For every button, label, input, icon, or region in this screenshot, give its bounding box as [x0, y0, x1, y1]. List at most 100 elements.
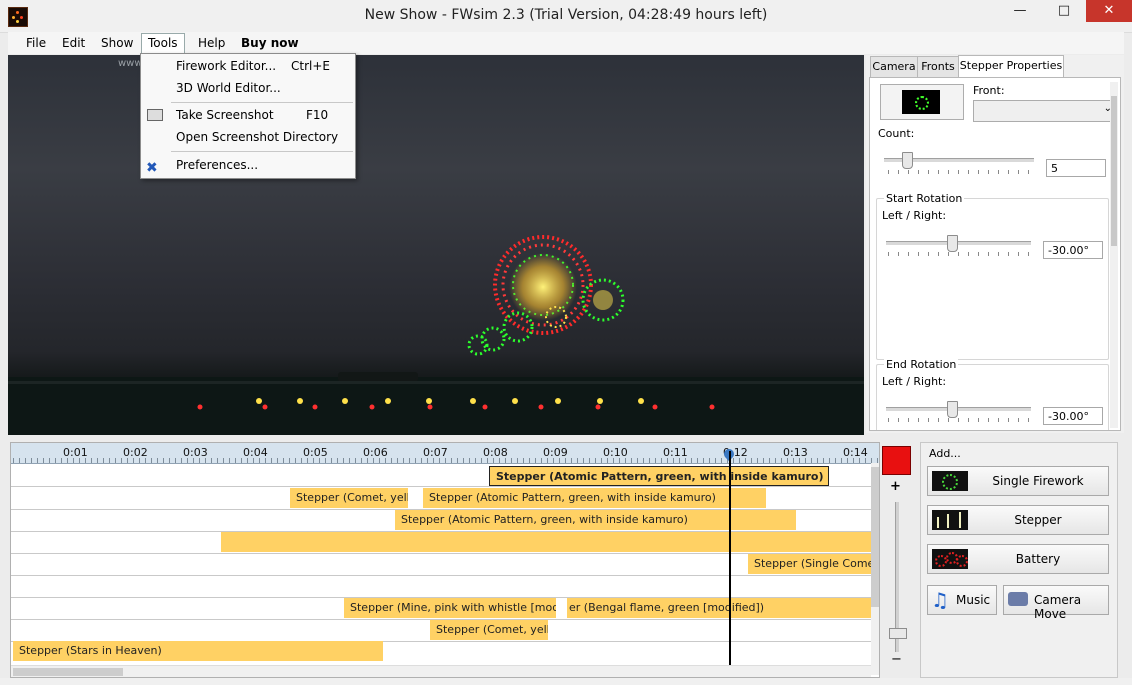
tools-icon: ✖	[146, 160, 158, 176]
menu-item-label: 3D World Editor...	[176, 81, 281, 95]
window-title: New Show - FWsim 2.3 (Trial Version, 04:…	[364, 7, 768, 23]
timeline[interactable]: 0:01 0:02 0:03 0:04 0:05 0:06 0:07 0:08 …	[10, 442, 880, 678]
timeline-clip[interactable]: Stepper (Single Comet w	[748, 554, 871, 574]
front-select[interactable]: ⌄	[973, 100, 1116, 122]
menu-help[interactable]: Help	[196, 35, 227, 51]
tab-fronts[interactable]: Fronts	[917, 56, 959, 78]
ground	[8, 377, 864, 435]
camera-icon	[147, 109, 163, 121]
start-rotation-input[interactable]: -30.00°	[1043, 241, 1103, 259]
red-burst	[493, 235, 593, 335]
tick-label: 0:03	[183, 446, 208, 459]
close-icon[interactable]: ✕	[1086, 0, 1132, 22]
scrollbar-thumb[interactable]	[13, 668, 123, 676]
timeline-clip[interactable]: Stepper (Mine, pink with whistle [modifi…	[344, 598, 556, 618]
timeline-row: Stepper (Comet, yellow	[11, 619, 871, 642]
maximize-icon[interactable]: □	[1042, 0, 1086, 22]
timeline-clip[interactable]: Stepper (Atomic Pattern, green, with ins…	[395, 510, 796, 530]
timeline-clip[interactable]: Stepper (Atomic Pattern, green, with ins…	[423, 488, 766, 508]
timeline-ruler[interactable]: 0:01 0:02 0:03 0:04 0:05 0:06 0:07 0:08 …	[11, 443, 879, 464]
menu-tools[interactable]: Tools	[141, 33, 185, 54]
minimize-icon[interactable]: —	[998, 0, 1042, 22]
timeline-horizontal-scrollbar[interactable]	[11, 665, 871, 677]
end-rotation-slider-thumb[interactable]	[946, 401, 958, 418]
start-rotation-group	[876, 198, 1109, 360]
record-button[interactable]	[882, 446, 911, 475]
scrollbar-thumb[interactable]	[871, 467, 879, 607]
count-slider-thumb[interactable]	[902, 152, 913, 169]
menu-item-3d-world-editor[interactable]: 3D World Editor...	[141, 77, 355, 99]
menu-item-firework-editor[interactable]: Firework Editor... Ctrl+E	[141, 55, 355, 77]
count-input[interactable]: 5	[1046, 159, 1106, 177]
tools-menu: Firework Editor... Ctrl+E 3D World Edito…	[140, 53, 356, 179]
scrollbar-thumb[interactable]	[1111, 96, 1117, 246]
add-camera-move-button[interactable]: Camera Move	[1003, 585, 1109, 621]
timeline-clip[interactable]: er (Bengal flame, green [modified])	[567, 598, 871, 618]
tick-label: 0:02	[123, 446, 148, 459]
tick-label: 0:09	[543, 446, 568, 459]
video-camera-icon	[1008, 592, 1028, 606]
treeline	[338, 372, 418, 382]
start-rotation-slider-ticks	[888, 252, 1030, 256]
timeline-clip[interactable]: Stepper (Atomic Pattern, green, with ins…	[489, 466, 829, 486]
stepper-icon	[932, 510, 968, 530]
menu-show[interactable]: Show	[99, 35, 135, 51]
start-left-right-label: Left / Right:	[882, 209, 947, 222]
timeline-clip[interactable]: Stepper (Stars in Heaven)	[13, 641, 383, 661]
menu-item-label: Firework Editor...	[176, 59, 277, 73]
menu-file[interactable]: File	[24, 35, 48, 51]
front-preview-button[interactable]	[880, 84, 964, 120]
button-label: Single Firework	[992, 474, 1084, 488]
zoom-controls: + −	[880, 442, 914, 676]
end-rotation-slider-ticks	[888, 418, 1030, 422]
menu-bar: File Edit Show Tools Help Buy now	[8, 32, 1124, 54]
playhead[interactable]	[729, 451, 731, 677]
menu-edit[interactable]: Edit	[60, 35, 87, 51]
tick-label: 0:07	[423, 446, 448, 459]
zoom-slider-thumb[interactable]	[889, 628, 907, 639]
tick-label: 0:11	[663, 446, 688, 459]
properties-panel: Camera Fronts Stepper Properties Front: …	[866, 55, 1124, 433]
tick-label: 0:13	[783, 446, 808, 459]
3d-viewport[interactable]	[8, 55, 864, 435]
menu-buy-now[interactable]: Buy now	[239, 35, 301, 51]
firework-thumbnail-icon	[902, 90, 940, 114]
add-music-button[interactable]: ♫ Music	[927, 585, 997, 615]
timeline-row: Stepper (Comet, yellow Stepper (Atomic P…	[11, 487, 871, 510]
tick-label: 0:06	[363, 446, 388, 459]
add-battery-button[interactable]: Battery	[927, 544, 1109, 574]
add-panel: Add... Single Firework Stepper Battery ♫…	[920, 442, 1118, 678]
end-left-right-label: Left / Right:	[882, 375, 947, 388]
timeline-clip[interactable]: Stepper (Comet, yellow	[290, 488, 408, 508]
menu-item-shortcut: F10	[306, 108, 329, 122]
menu-item-label: Preferences...	[176, 158, 259, 172]
count-label: Count:	[878, 127, 915, 140]
end-rotation-input[interactable]: -30.00°	[1043, 407, 1103, 425]
count-slider-ticks	[888, 170, 1034, 174]
title-bar: New Show - FWsim 2.3 (Trial Version, 04:…	[0, 0, 1132, 33]
timeline-clip[interactable]	[221, 532, 871, 552]
timeline-row	[11, 531, 871, 554]
stepper-properties-content: Front: ⌄ Count: 5 Start Rotation Left / …	[869, 77, 1121, 431]
timeline-vertical-scrollbar[interactable]	[871, 463, 879, 675]
button-label: Music	[956, 593, 991, 607]
timeline-row: Stepper (Mine, pink with whistle [modifi…	[11, 597, 871, 620]
zoom-out-icon[interactable]: −	[891, 652, 902, 667]
zoom-in-icon[interactable]: +	[890, 479, 901, 494]
music-icon: ♫	[931, 588, 949, 612]
add-stepper-button[interactable]: Stepper	[927, 505, 1109, 535]
start-rotation-slider-track	[886, 241, 1031, 245]
add-single-firework-button[interactable]: Single Firework	[927, 466, 1109, 496]
start-rotation-slider-thumb[interactable]	[946, 235, 958, 252]
menu-item-preferences[interactable]: ✖ Preferences...	[141, 154, 355, 176]
menu-item-take-screenshot[interactable]: Take Screenshot F10	[141, 104, 355, 126]
tick-label: 0:04	[243, 446, 268, 459]
timeline-row: Stepper (Single Comet w	[11, 553, 871, 576]
properties-scrollbar[interactable]	[1110, 82, 1118, 428]
tick-label: 0:14	[843, 446, 868, 459]
tab-stepper-properties[interactable]: Stepper Properties	[958, 55, 1064, 79]
menu-item-open-screenshot-directory[interactable]: Open Screenshot Directory	[141, 126, 355, 148]
add-title: Add...	[929, 447, 961, 460]
timeline-clip[interactable]: Stepper (Comet, yellow	[430, 620, 548, 640]
tab-camera[interactable]: Camera	[870, 56, 918, 78]
